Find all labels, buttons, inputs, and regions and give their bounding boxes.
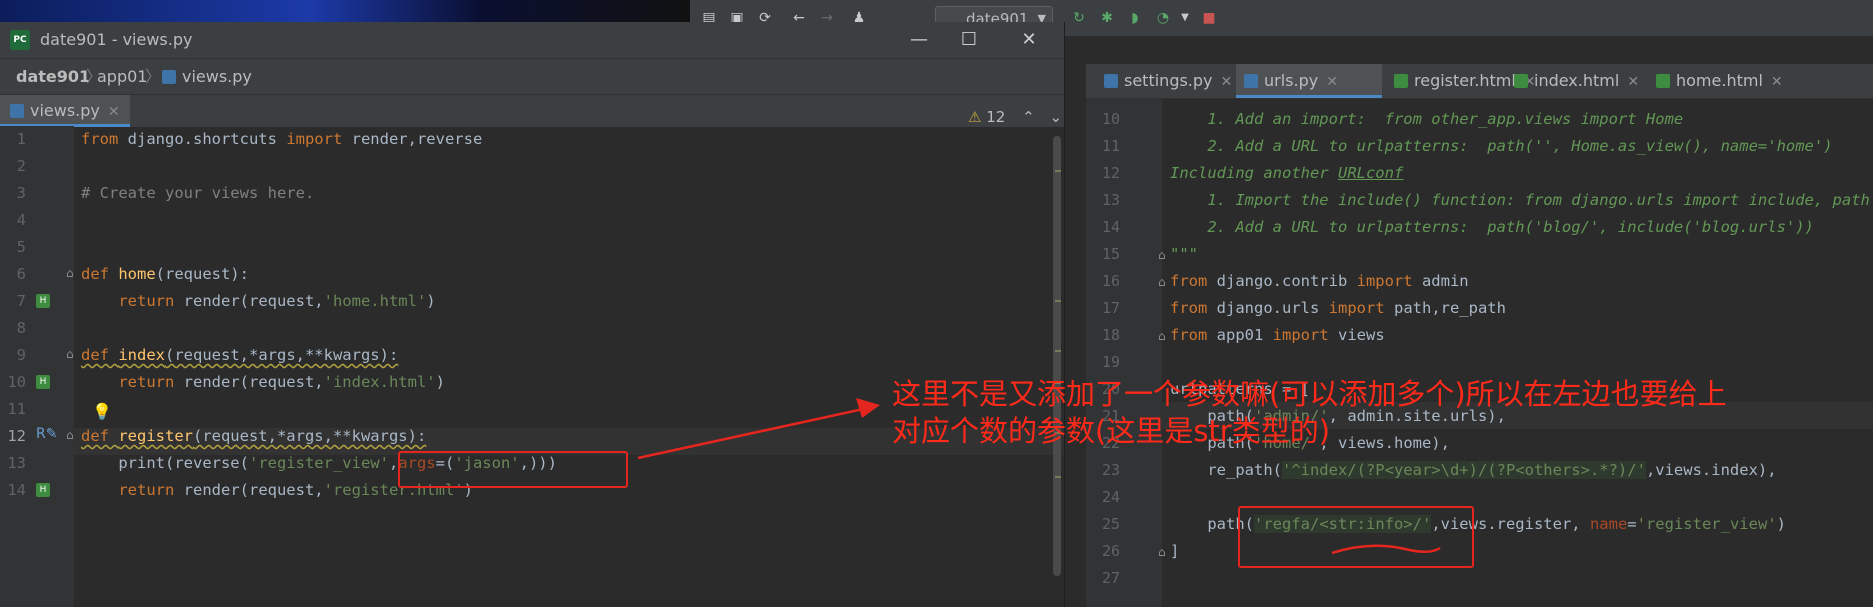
annotation-line: 这里不是又添加了一个参数嘛(可以添加多个)所以在左边也要给上 (892, 377, 1727, 411)
annotation-arrow (637, 398, 1441, 555)
annotation-text: 这里不是又添加了一个参数嘛(可以添加多个)所以在左边也要给上 对应个数的参数(这… (892, 376, 1727, 450)
annotation-line: 对应个数的参数(这里是str类型的) (892, 414, 1331, 448)
